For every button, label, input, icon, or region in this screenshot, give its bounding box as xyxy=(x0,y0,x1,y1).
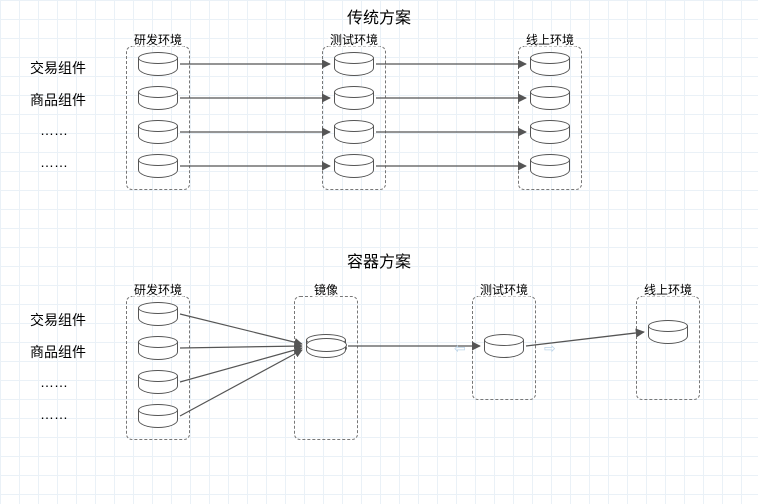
db-icon xyxy=(648,320,688,344)
env-label: 研发环境 xyxy=(132,281,184,298)
top-row-label: 商品组件 xyxy=(30,90,86,110)
db-icon xyxy=(334,86,374,110)
db-icon xyxy=(530,86,570,110)
bottom-env-online: 线上环境 xyxy=(636,296,700,400)
db-icon xyxy=(138,86,178,110)
top-title: 传统方案 xyxy=(0,4,758,28)
top-row-label: 交易组件 xyxy=(30,58,86,78)
db-icon xyxy=(138,302,178,326)
top-row-label: …… xyxy=(40,122,68,138)
db-icon xyxy=(138,336,178,360)
db-icon xyxy=(484,334,524,358)
env-label: 测试环境 xyxy=(478,281,530,298)
env-label: 镜像 xyxy=(312,281,340,298)
ghost-arrow-right-icon: ⇨ xyxy=(544,340,556,357)
bottom-title: 容器方案 xyxy=(0,248,758,272)
db-icon xyxy=(138,120,178,144)
image-icon xyxy=(306,334,346,358)
bottom-row-label: 交易组件 xyxy=(30,310,86,330)
bottom-row-label: …… xyxy=(40,374,68,390)
ghost-arrow-left-icon: ⇦ xyxy=(454,340,466,357)
env-label: 线上环境 xyxy=(524,31,576,48)
bottom-env-image: 镜像 xyxy=(294,296,358,440)
bottom-row-label: 商品组件 xyxy=(30,342,86,362)
db-icon xyxy=(530,52,570,76)
db-icon xyxy=(138,370,178,394)
db-icon xyxy=(334,52,374,76)
env-label: 测试环境 xyxy=(328,31,380,48)
db-icon xyxy=(530,154,570,178)
db-icon xyxy=(138,154,178,178)
db-icon xyxy=(334,120,374,144)
db-icon xyxy=(334,154,374,178)
env-label: 线上环境 xyxy=(642,281,694,298)
db-icon xyxy=(530,120,570,144)
env-label: 研发环境 xyxy=(132,31,184,48)
db-icon xyxy=(138,52,178,76)
db-icon xyxy=(138,404,178,428)
bottom-row-label: …… xyxy=(40,406,68,422)
top-row-label: …… xyxy=(40,154,68,170)
